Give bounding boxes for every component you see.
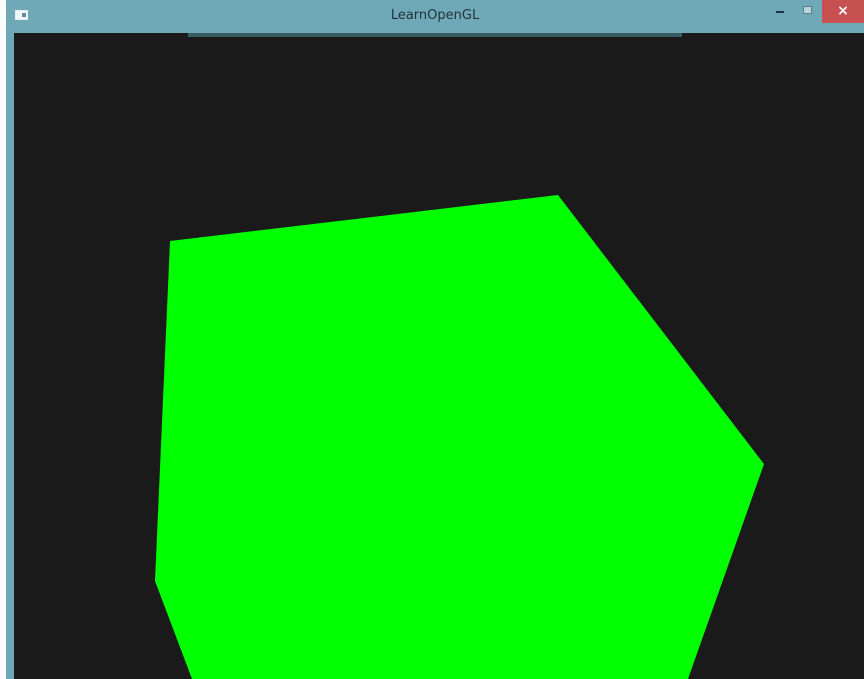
close-button[interactable]: × — [822, 0, 864, 23]
app-window: LearnOpenGL × — [6, 0, 864, 679]
maximize-icon — [803, 6, 812, 14]
close-icon: × — [837, 3, 849, 19]
opengl-scene — [155, 195, 764, 679]
minimize-icon — [776, 11, 784, 13]
window-title: LearnOpenGL — [390, 8, 480, 23]
minimize-button[interactable] — [766, 0, 794, 23]
window-titlebar[interactable]: LearnOpenGL × — [6, 0, 864, 33]
maximize-button[interactable] — [794, 0, 822, 23]
render-viewport[interactable] — [14, 33, 864, 679]
green-polygon — [155, 195, 764, 679]
